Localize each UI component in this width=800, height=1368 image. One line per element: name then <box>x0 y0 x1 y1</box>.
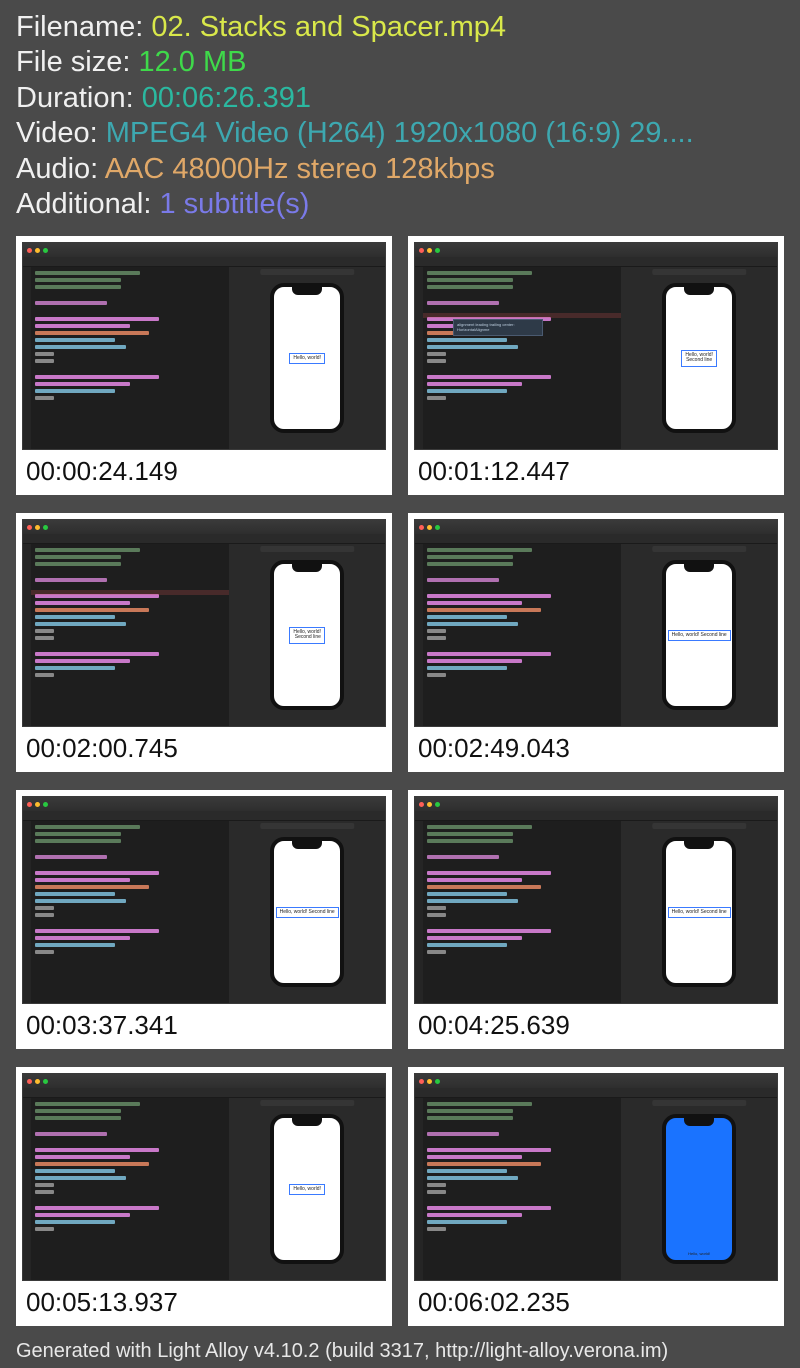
phone-preview: Hello, world! Second line <box>270 837 344 987</box>
label-additional: Additional: <box>16 188 160 220</box>
info-row-duration: Duration: 00:06:26.391 <box>16 81 784 116</box>
phone-preview: Hello, world! Second line <box>662 560 736 710</box>
thumbnail-image: Hello, world! Second line <box>22 796 386 1004</box>
phone-preview: Hello, world! <box>662 1114 736 1264</box>
value-video: MPEG4 Video (H264) 1920x1080 (16:9) 29..… <box>106 117 694 149</box>
thumbnail-card[interactable]: alignment leading trailing center: Horiz… <box>408 236 784 495</box>
thumbnail-timestamp: 00:01:12.447 <box>414 450 778 489</box>
thumbnail-timestamp: 00:02:00.745 <box>22 727 386 766</box>
thumbnail-image: Hello, world!Second line <box>22 519 386 727</box>
phone-preview: Hello, world!Second line <box>270 560 344 710</box>
thumbnail-image: Hello, world! Second line <box>414 519 778 727</box>
thumbnail-grid: Hello, world! 00:00:24.149 alignment leadi… <box>0 236 800 1334</box>
phone-preview: Hello, world! <box>270 1114 344 1264</box>
phone-preview: Hello, world! <box>270 283 344 433</box>
label-duration: Duration: <box>16 82 142 114</box>
thumbnail-card[interactable]: Hello, world! Second line 00:02:49.043 <box>408 513 784 772</box>
info-row-filename: Filename: 02. Stacks and Spacer.mp4 <box>16 10 784 45</box>
value-filename: 02. Stacks and Spacer.mp4 <box>151 11 506 43</box>
value-audio: AAC 48000Hz stereo 128kbps <box>105 153 495 185</box>
thumbnail-timestamp: 00:02:49.043 <box>414 727 778 766</box>
thumbnail-card[interactable]: Hello, world! 00:06:02.235 <box>408 1067 784 1326</box>
phone-preview: Hello, world! Second line <box>662 837 736 987</box>
thumbnail-image: Hello, world! Second line <box>414 796 778 1004</box>
thumbnail-image: Hello, world! <box>414 1073 778 1281</box>
info-row-audio: Audio: AAC 48000Hz stereo 128kbps <box>16 152 784 187</box>
label-filesize: File size: <box>16 46 138 78</box>
thumbnail-timestamp: 00:06:02.235 <box>414 1281 778 1320</box>
phone-preview: Hello, world!Second line <box>662 283 736 433</box>
label-video: Video: <box>16 117 106 149</box>
footer-text: Generated with Light Alloy v4.10.2 (buil… <box>0 1334 800 1363</box>
thumbnail-card[interactable]: Hello, world! Second line 00:03:37.341 <box>16 790 392 1049</box>
thumbnail-timestamp: 00:00:24.149 <box>22 450 386 489</box>
thumbnail-card[interactable]: Hello, world! 00:00:24.149 <box>16 236 392 495</box>
thumbnail-timestamp: 00:03:37.341 <box>22 1004 386 1043</box>
thumbnail-image: Hello, world! <box>22 242 386 450</box>
value-additional: 1 subtitle(s) <box>160 188 310 220</box>
thumbnail-card[interactable]: Hello, world!Second line 00:02:00.745 <box>16 513 392 772</box>
label-filename: Filename: <box>16 11 151 43</box>
thumbnail-image: Hello, world! <box>22 1073 386 1281</box>
info-row-additional: Additional: 1 subtitle(s) <box>16 187 784 222</box>
thumbnail-timestamp: 00:04:25.639 <box>414 1004 778 1043</box>
value-filesize: 12.0 MB <box>138 46 246 78</box>
info-row-filesize: File size: 12.0 MB <box>16 45 784 80</box>
thumbnail-timestamp: 00:05:13.937 <box>22 1281 386 1320</box>
value-duration: 00:06:26.391 <box>142 82 311 114</box>
info-row-video: Video: MPEG4 Video (H264) 1920x1080 (16:… <box>16 116 784 151</box>
thumbnail-card[interactable]: Hello, world! 00:05:13.937 <box>16 1067 392 1326</box>
label-audio: Audio: <box>16 153 105 185</box>
file-info-block: Filename: 02. Stacks and Spacer.mp4 File… <box>0 0 800 236</box>
thumbnail-image: alignment leading trailing center: Horiz… <box>414 242 778 450</box>
thumbnail-card[interactable]: Hello, world! Second line 00:04:25.639 <box>408 790 784 1049</box>
